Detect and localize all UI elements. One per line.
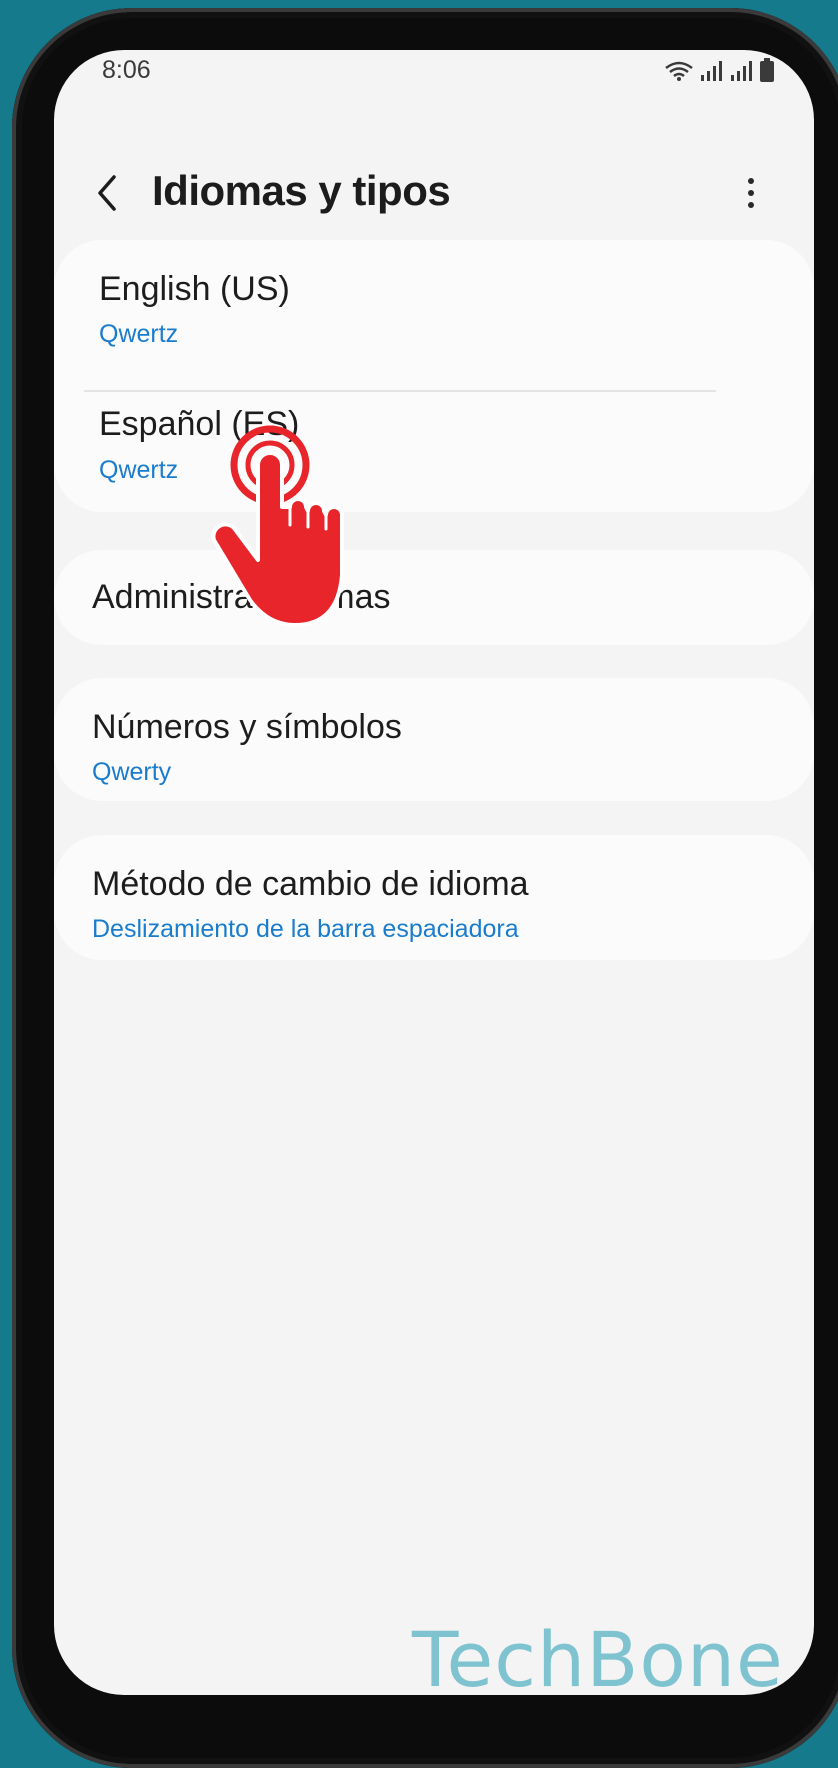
page-title: Idiomas y tipos [152,167,451,214]
wifi-icon [664,60,694,82]
switch-method-label: Método de cambio de idioma [92,865,529,903]
switch-method-value: Deslizamiento de la barra espaciadora [92,915,519,943]
language-item-spanish[interactable]: Español (ES) Qwertz [54,392,814,512]
tap-pointer-icon [210,425,360,640]
languages-card: English (US) Qwertz Español (ES) Qwertz [54,240,814,512]
more-options-button[interactable] [736,163,766,223]
chevron-left-icon [98,175,116,211]
status-time: 8:06 [102,56,151,84]
back-button[interactable] [82,163,132,223]
numbers-symbols-card[interactable]: Números y símbolos Qwerty [54,678,814,801]
numbers-symbols-label: Números y símbolos [92,708,402,746]
more-dot-icon [748,202,754,208]
more-dot-icon [748,190,754,196]
signal-icon-2 [730,60,754,82]
language-layout: Qwertz [99,320,179,348]
language-layout: Qwertz [99,456,179,484]
manage-languages-card[interactable]: Administrar idiomas [54,550,814,645]
status-icons [664,58,774,82]
switch-method-card[interactable]: Método de cambio de idioma Deslizamiento… [54,835,814,960]
language-item-english[interactable]: English (US) Qwertz [54,240,814,365]
numbers-symbols-value: Qwerty [92,758,172,786]
watermark-logo: TechBone [412,1615,784,1704]
signal-icon [700,60,724,82]
language-name: English (US) [99,270,290,308]
app-header: Idiomas y tipos [54,155,814,235]
more-dot-icon [748,178,754,184]
phone-screen: 8:06 Idiomas y tipos English (US) Qwertz… [54,50,814,1695]
battery-icon [760,58,774,82]
status-bar: 8:06 [54,50,814,110]
